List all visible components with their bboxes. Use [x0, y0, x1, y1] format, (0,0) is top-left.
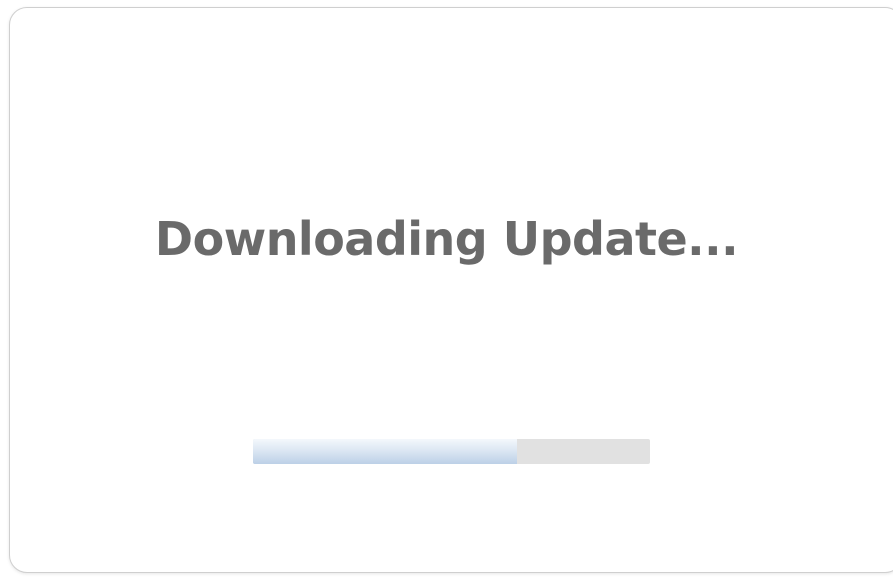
- download-progress-bar: [253, 439, 650, 464]
- update-dialog: [9, 7, 893, 573]
- download-status-title: Downloading Update...: [154, 212, 739, 266]
- download-progress-fill: [253, 439, 517, 464]
